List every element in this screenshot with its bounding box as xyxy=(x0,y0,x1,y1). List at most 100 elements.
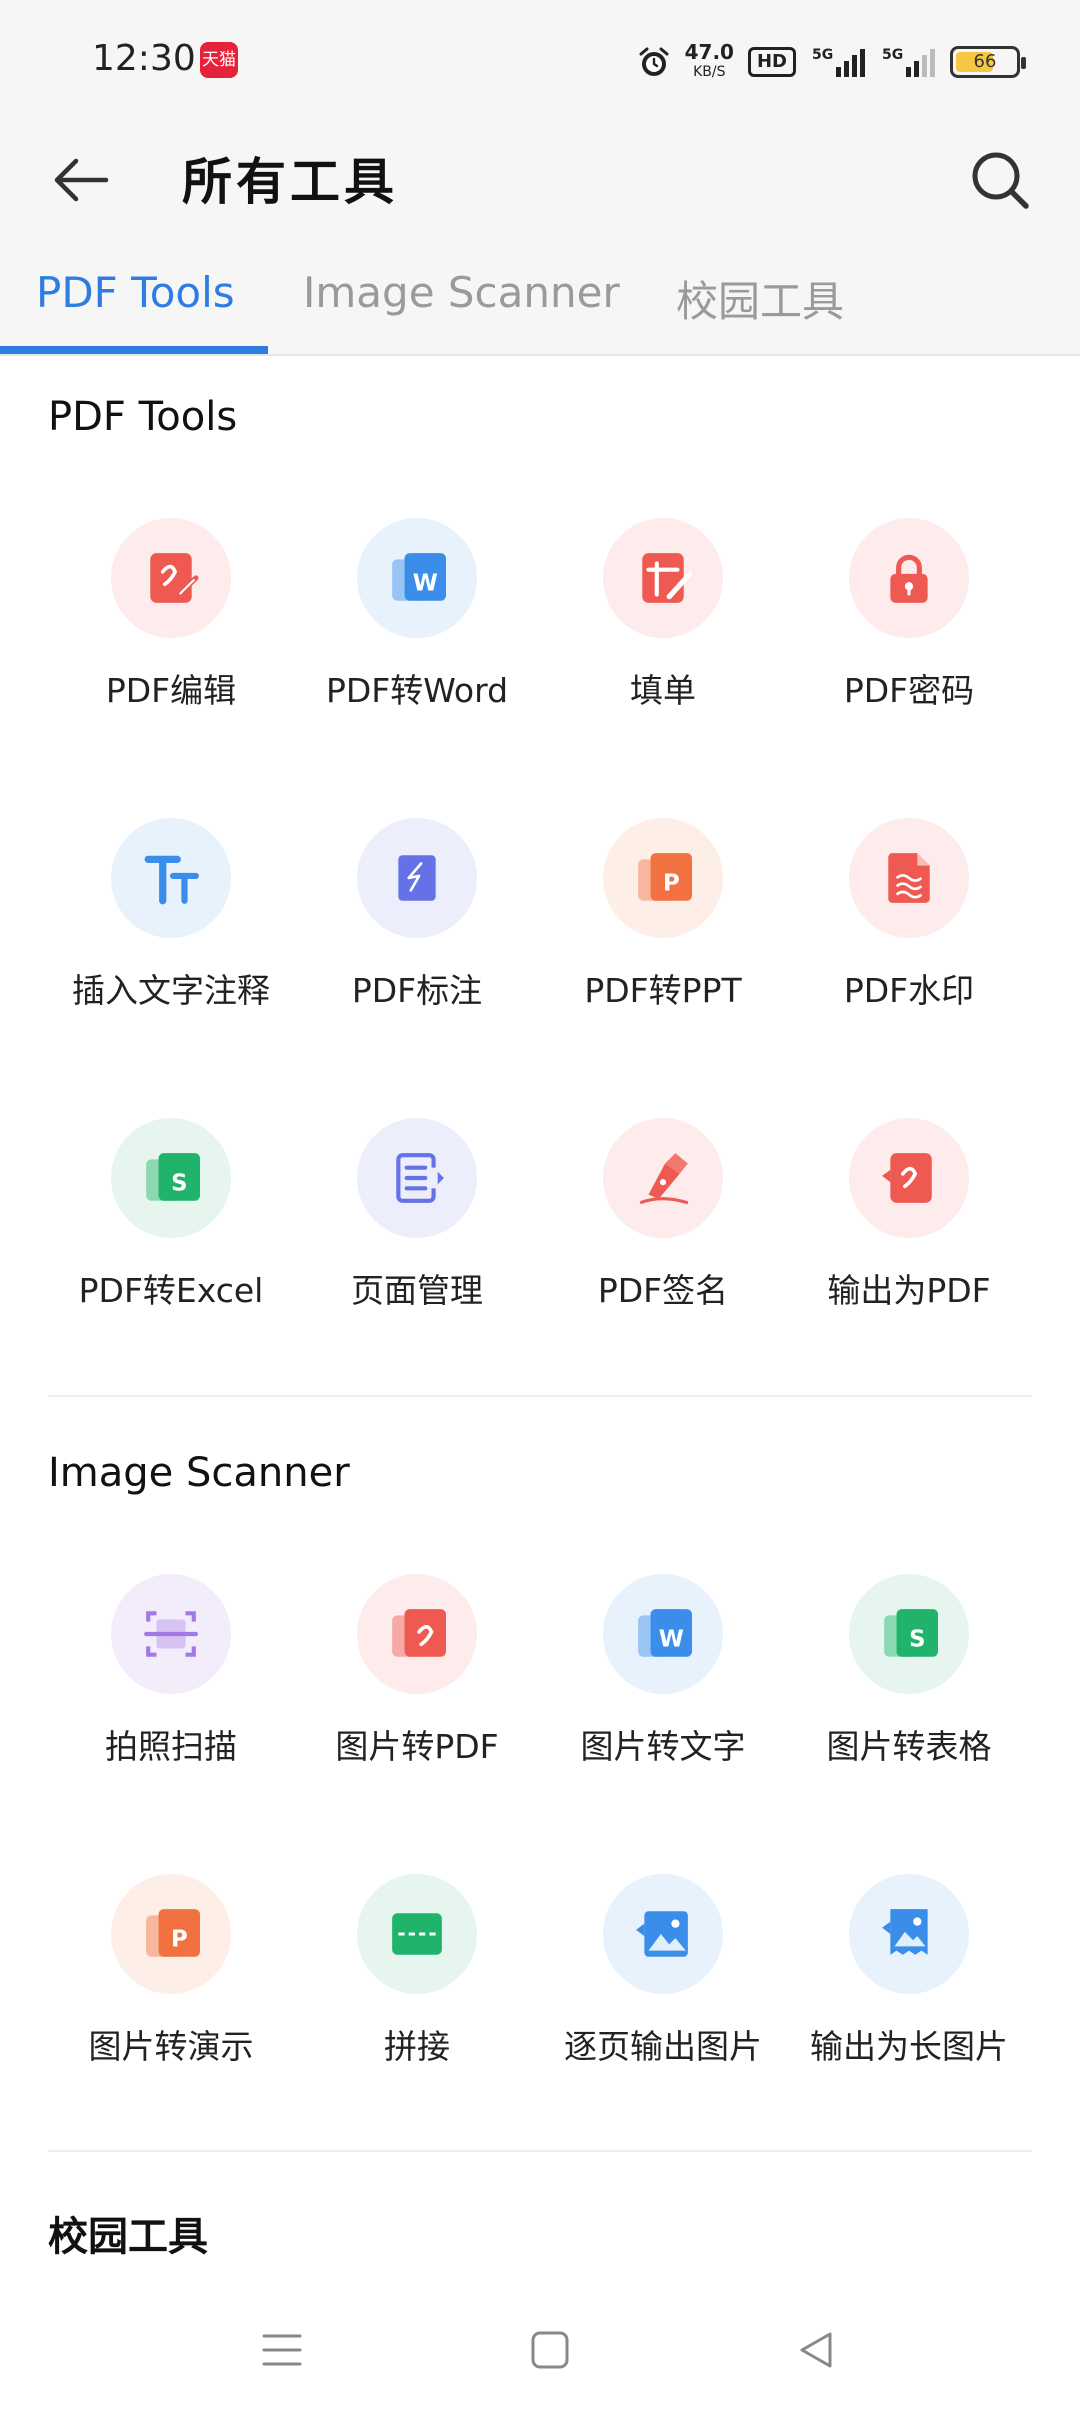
tool-item[interactable]: 页面管理 xyxy=(294,1118,540,1378)
tool-label: 图片转表格 xyxy=(826,1727,992,1766)
watermark-icon xyxy=(888,853,930,903)
tool-icon-circle xyxy=(357,1118,477,1238)
image-to-text-icon: W xyxy=(638,1609,692,1657)
tool-icon-circle: P xyxy=(111,1874,231,1994)
tool-item[interactable]: W 图片转文字 xyxy=(540,1574,786,1834)
tool-icon-circle xyxy=(357,1574,477,1694)
tool-icon-circle xyxy=(357,1874,477,1994)
page-manage-icon xyxy=(396,1153,444,1203)
tool-label: 页面管理 xyxy=(351,1271,483,1310)
pdf-edit-icon xyxy=(150,553,199,603)
tool-item[interactable]: W PDF转Word xyxy=(294,518,540,778)
pdf-to-ppt-icon: P xyxy=(638,853,692,901)
tool-label: PDF转PPT xyxy=(584,971,742,1010)
pdf-markup-icon xyxy=(398,855,436,901)
tool-icon-circle xyxy=(849,1118,969,1238)
tool-icon-circle xyxy=(603,1118,723,1238)
tool-label: 插入文字注释 xyxy=(72,971,270,1010)
section-divider xyxy=(48,1395,1032,1397)
search-icon xyxy=(972,152,1029,209)
active-tab-indicator xyxy=(0,346,268,354)
tool-item[interactable]: 逐页输出图片 xyxy=(540,1874,786,2134)
back-button[interactable] xyxy=(40,140,120,220)
menu-button[interactable] xyxy=(242,2310,322,2390)
tool-icon-circle xyxy=(849,1874,969,1994)
tool-item[interactable]: 填单 xyxy=(540,518,786,778)
scan-icon xyxy=(144,1611,198,1657)
tool-label: 图片转文字 xyxy=(580,1727,746,1766)
page-title: 所有工具 xyxy=(182,152,398,211)
tool-label: 图片转PDF xyxy=(335,1727,499,1766)
tool-item[interactable]: PDF签名 xyxy=(540,1118,786,1378)
pdf-to-excel-icon: S xyxy=(146,1153,200,1201)
search-button[interactable] xyxy=(958,138,1042,222)
svg-text:W: W xyxy=(659,1626,684,1652)
hd-voice-icon: HD xyxy=(747,47,796,77)
tool-label: PDF转Word xyxy=(325,671,509,710)
tool-item[interactable]: S 图片转表格 xyxy=(786,1574,1032,1834)
tool-label: 拍照扫描 xyxy=(105,1727,237,1766)
tool-icon-circle xyxy=(603,1874,723,1994)
svg-text:S: S xyxy=(171,1170,187,1196)
svg-text:P: P xyxy=(171,1926,188,1952)
stitch-icon xyxy=(392,1913,442,1955)
image-to-slides-icon: P xyxy=(146,1909,200,1957)
tool-icon-circle xyxy=(111,818,231,938)
tool-item[interactable]: PDF水印 xyxy=(786,818,1032,1078)
tab-campus-tools[interactable]: 校园工具 xyxy=(676,268,844,329)
tool-item[interactable]: 图片转PDF xyxy=(294,1574,540,1834)
network-speed: 47.0 KB/S xyxy=(684,40,734,80)
tab-bar: PDF Tools Image Scanner 校园工具 xyxy=(0,236,1080,356)
status-time: 12:30 xyxy=(92,38,196,79)
tool-item[interactable]: P 图片转演示 xyxy=(48,1874,294,2134)
home-square-icon xyxy=(531,2331,569,2369)
status-indicators: 47.0 KB/S HD 5G 5G 66 xyxy=(637,38,1026,86)
tool-item[interactable]: PDF密码 xyxy=(786,518,1032,778)
tool-item[interactable]: PDF编辑 xyxy=(48,518,294,778)
tool-item[interactable]: 拼接 xyxy=(294,1874,540,2134)
tool-label: 图片转演示 xyxy=(88,2027,254,2066)
section-title-pdf-tools: PDF Tools xyxy=(48,394,238,440)
export-pages-image-icon xyxy=(636,1911,688,1957)
tool-label: PDF转Excel xyxy=(78,1271,264,1310)
menu-icon xyxy=(262,2334,302,2366)
section-divider xyxy=(48,2150,1032,2152)
tool-item[interactable]: 插入文字注释 xyxy=(48,818,294,1078)
svg-text:S: S xyxy=(909,1626,925,1652)
tool-icon-circle: W xyxy=(357,518,477,638)
tool-icon-circle xyxy=(603,518,723,638)
svg-text:P: P xyxy=(663,870,680,896)
svg-text:5G: 5G xyxy=(812,47,833,63)
tool-label: 逐页输出图片 xyxy=(564,2027,762,2066)
tool-item[interactable]: 输出为长图片 xyxy=(786,1874,1032,2134)
tool-icon-circle: W xyxy=(603,1574,723,1694)
tool-icon-circle xyxy=(849,518,969,638)
tool-item[interactable]: PDF标注 xyxy=(294,818,540,1078)
tab-pdf-tools[interactable]: PDF Tools xyxy=(36,268,235,317)
tool-icon-circle: S xyxy=(111,1118,231,1238)
home-button[interactable] xyxy=(510,2310,590,2390)
tool-item[interactable]: P PDF转PPT xyxy=(540,818,786,1078)
tool-label: 输出为PDF xyxy=(827,1271,991,1310)
signal-5g-icon: 5G xyxy=(812,47,865,77)
tab-image-scanner[interactable]: Image Scanner xyxy=(303,268,620,317)
battery-icon: 66 xyxy=(950,46,1026,78)
tool-label: PDF水印 xyxy=(843,971,975,1010)
tool-icon-circle xyxy=(849,818,969,938)
tool-label: 填单 xyxy=(630,671,696,710)
tool-item[interactable]: 拍照扫描 xyxy=(48,1574,294,1834)
tool-icon-circle: P xyxy=(603,818,723,938)
svg-text:W: W xyxy=(413,570,438,596)
tmall-notification-icon: 天猫 xyxy=(200,42,238,78)
back-triangle-icon xyxy=(800,2332,832,2368)
system-back-button[interactable] xyxy=(776,2310,856,2390)
system-nav-bar xyxy=(0,2290,1080,2412)
header: 所有工具 xyxy=(0,124,1080,236)
tool-item[interactable]: 输出为PDF xyxy=(786,1118,1032,1378)
tool-icon-circle xyxy=(111,1574,231,1694)
alarm-icon xyxy=(639,47,669,76)
section-title-campus-tools: 校园工具 xyxy=(48,2213,208,2260)
tool-item[interactable]: S PDF转Excel xyxy=(48,1118,294,1378)
fill-form-icon xyxy=(642,553,692,603)
pdf-to-word-icon: W xyxy=(392,553,446,601)
